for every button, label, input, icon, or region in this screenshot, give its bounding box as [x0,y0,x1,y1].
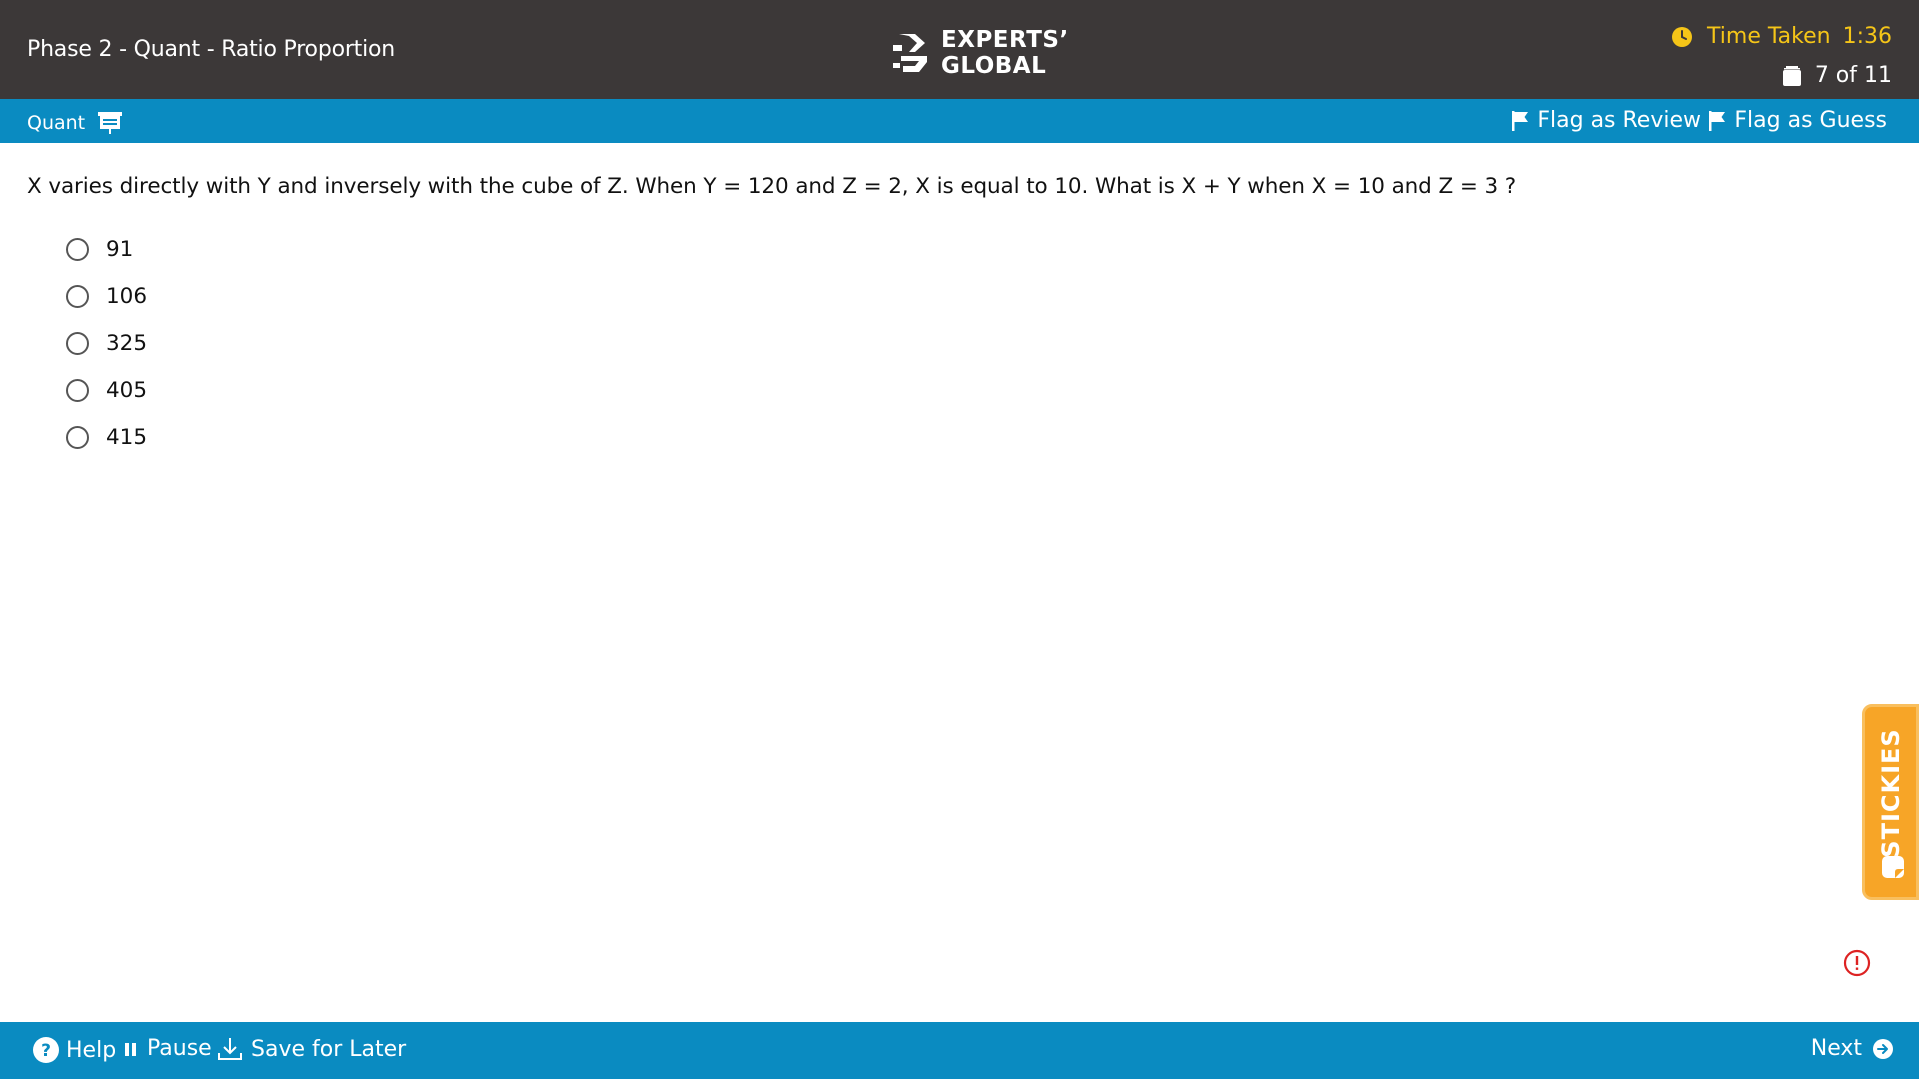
download-icon [218,1038,242,1060]
calculator-icon[interactable] [97,110,123,136]
answer-option[interactable]: 415 [66,414,147,461]
next-label: Next [1810,1036,1862,1061]
flag-review-label: Flag as Review [1537,108,1701,133]
bottom-toolbar: ? Help Pause Save for Later Next [0,1022,1919,1079]
answer-options: 91 106 325 405 415 [66,226,147,461]
clipboard-icon [1782,65,1801,86]
logo-line-2: GLOBAL [941,53,1047,79]
stickies-label: STICKIES [1876,728,1905,858]
logo-line-1: EXPERTS’ [941,27,1069,53]
sticky-note-icon [1882,856,1904,878]
stickies-tab[interactable]: STICKIES [1862,704,1919,900]
svg-text:?: ? [41,1041,51,1061]
next-button[interactable]: Next [1811,1036,1894,1061]
question-text: X varies directly with Y and inversely w… [27,174,1517,199]
answer-option[interactable]: 405 [66,367,147,414]
top-header: Phase 2 - Quant - Ratio Proportion EXPER… [0,0,1919,99]
option-label: 415 [106,425,148,450]
radio-button[interactable] [66,238,89,261]
pause-icon [125,1042,136,1056]
report-icon[interactable] [1843,949,1871,977]
flag-icon [1709,110,1726,131]
flag-as-guess-button[interactable]: Flag as Guess [1708,108,1887,133]
section-name: Quant [27,112,86,134]
arrow-right-circle-icon [1873,1038,1893,1059]
experts-global-logo: EXPERTS’ GLOBAL [893,27,1069,79]
radio-button[interactable] [66,285,89,308]
exam-title: Phase 2 - Quant - Ratio Proportion [27,37,396,62]
option-label: 106 [106,284,148,309]
question-progress: 7 of 11 [1781,63,1892,88]
help-icon: ? [33,1037,59,1063]
pause-label: Pause [147,1036,212,1061]
option-label: 91 [106,237,134,262]
option-label: 405 [106,378,148,403]
logo-mark-icon [893,34,927,72]
timer-value: 1:36 [1842,24,1892,49]
help-label: Help [66,1037,117,1063]
flag-guess-label: Flag as Guess [1734,108,1887,133]
flag-icon [1512,110,1529,131]
logo-text: EXPERTS’ GLOBAL [941,27,1069,79]
timer-label: Time Taken [1707,24,1831,49]
save-label: Save for Later [251,1036,407,1062]
clock-icon [1672,26,1693,47]
section-label: Quant [27,110,123,136]
answer-option[interactable]: 106 [66,273,147,320]
option-label: 325 [106,331,148,356]
progress-text: 7 of 11 [1814,63,1892,88]
radio-button[interactable] [66,379,89,402]
help-button[interactable]: ? Help [32,1036,116,1064]
radio-button[interactable] [66,426,89,449]
answer-option[interactable]: 91 [66,226,147,273]
pause-button[interactable]: Pause [124,1036,212,1061]
save-for-later-button[interactable]: Save for Later [217,1036,406,1062]
answer-option[interactable]: 325 [66,320,147,367]
flag-as-review-button[interactable]: Flag as Review [1511,108,1701,133]
section-bar: Quant Flag as Review Flag as Guess [0,99,1919,143]
radio-button[interactable] [66,332,89,355]
time-taken: Time Taken 1:36 [1671,24,1892,49]
